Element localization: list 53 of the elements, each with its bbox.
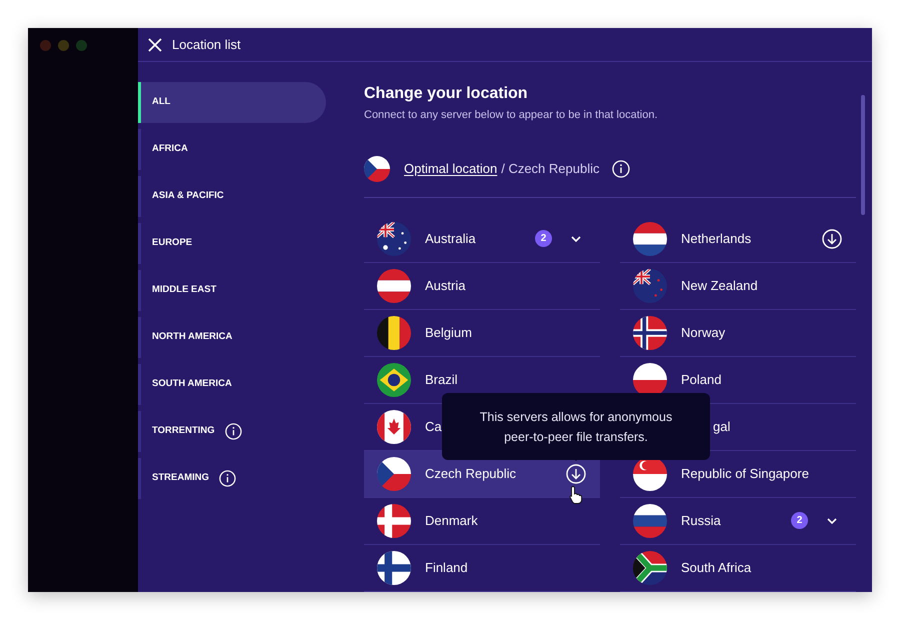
optimal-location-country: / Czech Republic bbox=[501, 160, 600, 178]
country-name: Republic of Singapore bbox=[681, 464, 809, 483]
close-icon[interactable] bbox=[148, 38, 162, 52]
count-badge: 2 bbox=[791, 512, 808, 529]
country-name: Czech Republic bbox=[425, 464, 516, 483]
country-name: gal bbox=[713, 418, 730, 436]
country-name: Russia bbox=[681, 512, 721, 530]
count-badge: 2 bbox=[535, 230, 552, 247]
location-row[interactable]: Australia 2 bbox=[364, 216, 600, 262]
country-name: Poland bbox=[681, 370, 722, 389]
info-icon[interactable] bbox=[219, 470, 236, 487]
country-name: South Africa bbox=[681, 558, 752, 577]
country-name: Netherlands bbox=[681, 230, 752, 248]
page-title: Change your location bbox=[364, 84, 529, 104]
info-icon[interactable] bbox=[224, 423, 242, 440]
download-circle-icon[interactable] bbox=[566, 464, 586, 484]
optimal-location-link[interactable]: Optimal location bbox=[404, 158, 498, 178]
chevron-down-icon[interactable] bbox=[826, 516, 838, 524]
location-row[interactable]: New Zealand bbox=[620, 262, 856, 310]
chevron-down-icon[interactable] bbox=[570, 234, 582, 242]
info-icon[interactable] bbox=[612, 160, 630, 178]
location-row[interactable]: Finland bbox=[364, 544, 600, 592]
location-row[interactable]: Netherlands bbox=[620, 216, 856, 262]
location-row[interactable]: Russia 2 bbox=[620, 498, 856, 544]
country-name: Brazil bbox=[425, 370, 458, 389]
sidebar-item[interactable]: SOUTH AMERICA bbox=[141, 364, 326, 405]
hand-cursor-icon bbox=[569, 485, 583, 505]
country-name: Norway bbox=[681, 324, 726, 342]
location-row[interactable]: Austria bbox=[364, 262, 600, 310]
window-title: Location list bbox=[172, 36, 241, 54]
download-circle-icon[interactable] bbox=[822, 228, 842, 248]
sidebar-item[interactable]: AFRICA bbox=[141, 129, 326, 170]
country-name: Finland bbox=[425, 558, 468, 577]
sidebar-item[interactable]: STREAMING bbox=[141, 458, 326, 499]
location-row[interactable]: Norway bbox=[620, 310, 856, 356]
tooltip: This servers allows for anonymous peer-to-peer file transfers. bbox=[442, 393, 710, 460]
country-name: Ca bbox=[425, 418, 442, 436]
page-subtitle: Connect to any server below to appear to be in that location. bbox=[364, 108, 659, 123]
location-row[interactable]: Belgium bbox=[364, 310, 600, 356]
country-name: Austria bbox=[425, 276, 466, 295]
sidebar-item[interactable]: EUROPE bbox=[141, 223, 326, 264]
sidebar-item[interactable]: TORRENTING bbox=[141, 411, 326, 452]
location-row[interactable]: South Africa bbox=[620, 544, 856, 592]
scrollbar-thumb[interactable] bbox=[861, 95, 865, 215]
sidebar-item[interactable]: ALL bbox=[141, 82, 326, 123]
country-name: Belgium bbox=[425, 324, 472, 342]
country-name: New Zealand bbox=[681, 276, 758, 295]
sidebar-item[interactable]: ASIA & PACIFIC bbox=[141, 176, 326, 217]
location-row[interactable]: Denmark bbox=[364, 498, 600, 544]
sidebar-item[interactable]: MIDDLE EAST bbox=[141, 270, 326, 311]
country-name: Denmark bbox=[425, 512, 478, 530]
country-name: Australia bbox=[425, 230, 476, 248]
sidebar-item[interactable]: NORTH AMERICA bbox=[141, 317, 326, 358]
